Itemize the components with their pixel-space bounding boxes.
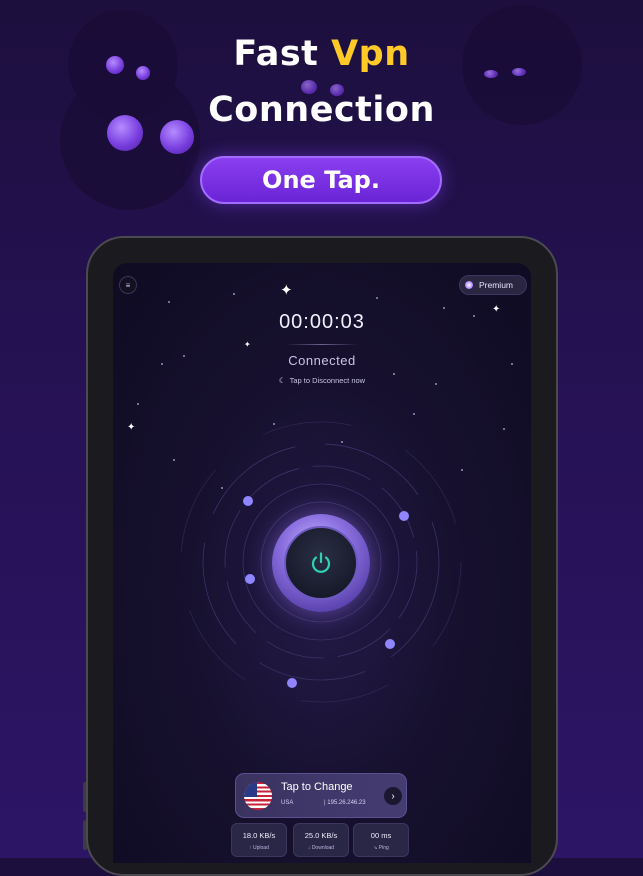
download-value: 25.0 KB/s (304, 831, 338, 840)
server-select-card[interactable]: Tap to Change USA | 195.26.246.23 › (235, 773, 407, 818)
chevron-right-icon[interactable]: › (384, 787, 402, 805)
app-screen: ✦ ✦ ✦ ✦ ≡ Premium 00:00:03 Connected ☾ Ta… (113, 263, 531, 863)
headline-fast: Fast (233, 34, 319, 74)
download-label: ↓ Download (307, 845, 335, 851)
upload-value: 18.0 KB/s (242, 831, 276, 840)
usa-flag-icon (244, 782, 272, 810)
upload-label: ↑ Upload (249, 845, 269, 851)
power-button-core (284, 526, 358, 600)
ping-value: 00 ms (370, 831, 392, 840)
orbit-dot (245, 574, 255, 584)
upload-stat: 18.0 KB/s ↑ Upload (231, 823, 287, 857)
orbit-dot (385, 639, 395, 649)
orbit-dot (287, 678, 297, 688)
power-icon (311, 552, 331, 573)
power-button[interactable] (272, 514, 370, 612)
download-stat: 25.0 KB/s ↓ Download (293, 823, 349, 857)
ping-label: ↘ Ping (373, 845, 389, 851)
ping-stat: 00 ms ↘ Ping (353, 823, 409, 857)
headline-line-2: Connection (208, 90, 435, 130)
one-tap-pill: One Tap. (200, 156, 442, 204)
orbit-dot (243, 496, 253, 506)
headline-vpn: Vpn (331, 34, 410, 74)
headline-line-1: Fast Vpn (0, 34, 643, 74)
server-country: USA (281, 800, 294, 806)
server-title: Tap to Change (281, 781, 353, 793)
server-ip: | 195.26.246.23 (324, 800, 366, 806)
orbit-dot (399, 511, 409, 521)
